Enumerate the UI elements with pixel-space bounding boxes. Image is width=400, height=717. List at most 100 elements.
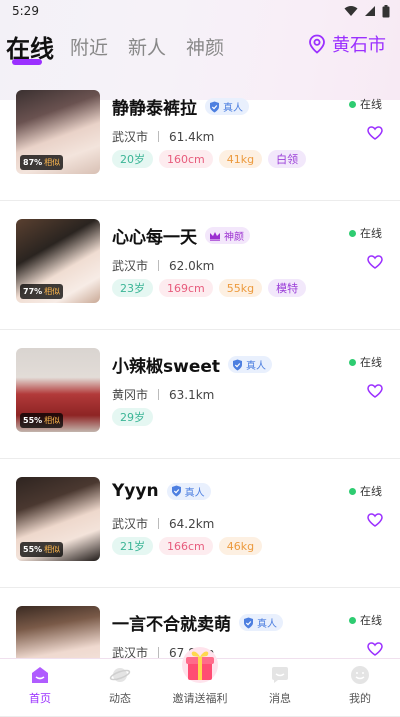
match-badge: 55% 相似: [20, 542, 64, 557]
age-tag: 21岁: [112, 537, 153, 555]
nav-home-label: 首页: [29, 692, 51, 705]
shield-check-icon: [233, 359, 243, 370]
nav-messages-label: 消息: [269, 692, 291, 705]
heart-icon[interactable]: [367, 384, 383, 398]
online-status: 在线: [349, 483, 382, 499]
profile-icon: [351, 666, 369, 684]
user-name: 心心每一天: [112, 228, 197, 248]
match-label: 相似: [44, 158, 61, 167]
user-card[interactable]: 55% 相似 Yyyn 真人 武汉市 64.2km 21岁 166cm 46kg…: [0, 459, 400, 588]
location-row: 武汉市 62.0km: [112, 257, 214, 274]
online-status: 在线: [349, 225, 382, 241]
weight-tag: 41kg: [218, 150, 263, 168]
gift-icon[interactable]: [180, 644, 220, 684]
nav-messages[interactable]: 消息: [240, 659, 320, 712]
online-label: 在线: [360, 614, 382, 627]
user-distance: 64.2km: [169, 516, 215, 531]
height-tag: 160cm: [159, 150, 213, 168]
online-label: 在线: [360, 485, 382, 498]
crown-icon: [210, 231, 220, 241]
match-label: 相似: [44, 545, 61, 554]
user-name: 小辣椒sweet: [112, 357, 221, 377]
user-photo[interactable]: 87% 相似: [16, 90, 100, 174]
city-label: 黄石市: [332, 35, 386, 56]
age-tag: 20岁: [112, 150, 153, 168]
online-status: 在线: [349, 96, 382, 112]
home-icon: [32, 667, 48, 683]
location-row: 黄冈市 63.1km: [112, 386, 214, 403]
city-selector[interactable]: 黄石市: [308, 30, 386, 58]
divider: [158, 260, 160, 271]
chat-icon: [272, 667, 288, 683]
match-percent: 55%: [23, 416, 43, 425]
tab-nearby[interactable]: 附近: [70, 33, 108, 60]
tag-list: 23岁 169cm 55kg 模特: [112, 279, 307, 297]
wifi-icon: [344, 6, 358, 16]
age-tag: 23岁: [112, 279, 153, 297]
user-photo[interactable]: 55% 相似: [16, 348, 100, 432]
user-photo[interactable]: 55% 相似: [16, 477, 100, 561]
user-photo[interactable]: 77% 相似: [16, 219, 100, 303]
location-row: 武汉市 64.2km: [112, 515, 214, 532]
weight-tag: 55kg: [218, 279, 263, 297]
user-list: 87% 相似 静静泰裤拉 真人 武汉市 61.4km 20岁 160cm 41k…: [0, 72, 400, 717]
online-label: 在线: [360, 227, 382, 240]
match-label: 相似: [44, 416, 61, 425]
divider: [158, 647, 160, 658]
match-badge: 55% 相似: [20, 413, 64, 428]
verified-badge: 真人: [205, 98, 249, 115]
status-bar: 5:29: [0, 0, 400, 22]
match-percent: 55%: [23, 545, 43, 554]
job-tag: 白领: [268, 150, 307, 168]
tag-list: 20岁 160cm 41kg 白领: [112, 150, 307, 168]
nav-moments[interactable]: 动态: [80, 659, 160, 712]
user-card[interactable]: 77% 相似 心心每一天 神颜 武汉市 62.0km 23岁 169cm 55k…: [0, 201, 400, 330]
online-dot: [349, 358, 356, 366]
active-tab-indicator: [12, 59, 42, 65]
shield-check-icon: [244, 617, 253, 628]
shield-check-icon: [210, 101, 219, 112]
status-time: 5:29: [12, 4, 39, 18]
nav-profile[interactable]: 我的: [320, 659, 400, 712]
badge-label: 真人: [257, 619, 277, 630]
goddess-badge: 神颜: [205, 227, 250, 244]
tag-list: 21岁 166cm 46kg: [112, 537, 263, 555]
tag-list: 29岁: [112, 408, 153, 426]
user-card[interactable]: 55% 相似 小辣椒sweet 真人 黄冈市 63.1km 29岁 在线: [0, 330, 400, 459]
online-dot: [349, 487, 356, 495]
online-dot: [349, 616, 356, 624]
divider: [158, 131, 160, 142]
heart-icon[interactable]: [367, 513, 383, 527]
tab-new[interactable]: 新人: [128, 33, 166, 60]
user-city: 武汉市: [112, 517, 149, 531]
online-label: 在线: [360, 356, 382, 369]
user-city: 武汉市: [112, 130, 149, 144]
divider: [158, 389, 160, 400]
user-name: 静静泰裤拉: [112, 99, 197, 119]
user-card[interactable]: 87% 相似 静静泰裤拉 真人 武汉市 61.4km 20岁 160cm 41k…: [0, 72, 400, 201]
nav-invite-label: 邀请送福利: [172, 692, 228, 705]
online-label: 在线: [360, 98, 382, 111]
heart-icon[interactable]: [367, 255, 383, 269]
match-badge: 87% 相似: [20, 155, 64, 170]
match-label: 相似: [44, 287, 61, 296]
divider: [158, 518, 160, 529]
online-status: 在线: [349, 354, 382, 370]
tab-goddess[interactable]: 神颜: [186, 33, 224, 60]
battery-icon: [382, 4, 390, 17]
badge-label: 真人: [223, 103, 243, 114]
heart-icon[interactable]: [367, 126, 383, 140]
match-percent: 87%: [23, 158, 43, 167]
height-tag: 169cm: [159, 279, 213, 297]
user-distance: 63.1km: [169, 387, 215, 402]
user-city: 黄冈市: [112, 388, 149, 402]
signal-icon: [365, 6, 375, 16]
badge-label: 神颜: [224, 232, 244, 243]
heart-icon[interactable]: [367, 642, 383, 656]
location-row: 武汉市 61.4km: [112, 128, 214, 145]
nav-profile-label: 我的: [349, 692, 371, 705]
nav-home[interactable]: 首页: [0, 659, 80, 712]
match-badge: 77% 相似: [20, 284, 64, 299]
user-name: 一言不合就卖萌: [112, 615, 231, 635]
verified-badge: 真人: [239, 614, 283, 631]
